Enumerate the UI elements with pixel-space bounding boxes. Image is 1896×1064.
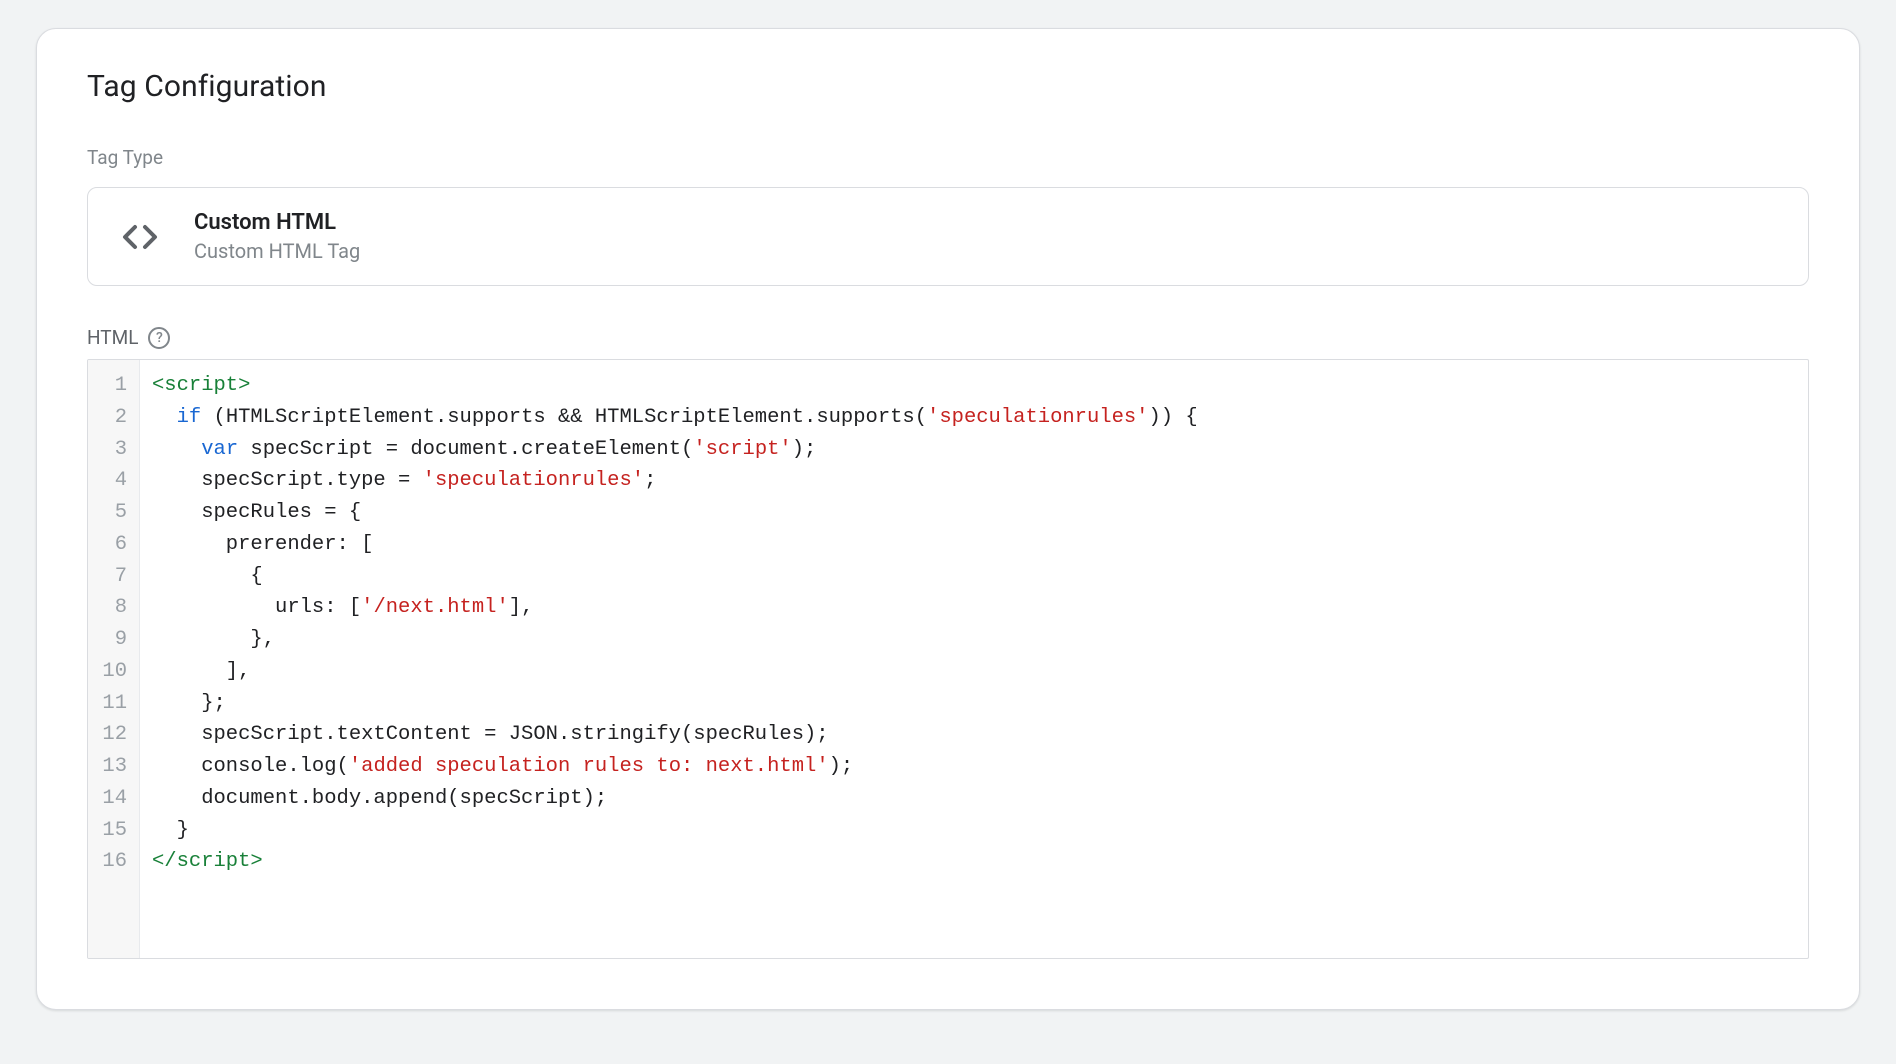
line-number: 6	[96, 529, 131, 561]
line-number: 4	[96, 465, 131, 497]
line-number: 9	[96, 624, 131, 656]
code-line: },	[152, 624, 1796, 656]
help-icon[interactable]: ?	[148, 327, 170, 349]
line-number: 12	[96, 719, 131, 751]
code-line: var specScript = document.createElement(…	[152, 434, 1796, 466]
line-number: 15	[96, 815, 131, 847]
code-line: }	[152, 815, 1796, 847]
code-line: document.body.append(specScript);	[152, 783, 1796, 815]
code-line: ],	[152, 656, 1796, 688]
html-field-header: HTML ?	[87, 326, 1809, 349]
code-line: <script>	[152, 370, 1796, 402]
line-number: 1	[96, 370, 131, 402]
tag-configuration-card: Tag Configuration Tag Type Custom HTML C…	[36, 28, 1860, 1010]
html-label: HTML	[87, 326, 138, 349]
code-line: specScript.textContent = JSON.stringify(…	[152, 719, 1796, 751]
tag-type-label: Tag Type	[87, 146, 1809, 169]
code-line: {	[152, 561, 1796, 593]
code-line: specScript.type = 'speculationrules';	[152, 465, 1796, 497]
tag-type-texts: Custom HTML Custom HTML Tag	[194, 210, 360, 263]
line-number: 3	[96, 434, 131, 466]
line-number: 7	[96, 561, 131, 593]
line-number: 13	[96, 751, 131, 783]
tag-type-selector[interactable]: Custom HTML Custom HTML Tag	[87, 187, 1809, 286]
code-line: prerender: [	[152, 529, 1796, 561]
line-number: 10	[96, 656, 131, 688]
code-brackets-icon	[116, 213, 164, 261]
code-line: };	[152, 688, 1796, 720]
line-number: 8	[96, 592, 131, 624]
code-line: urls: ['/next.html'],	[152, 592, 1796, 624]
code-line: </script>	[152, 846, 1796, 878]
html-code-editor[interactable]: 12345678910111213141516 <script> if (HTM…	[87, 359, 1809, 959]
panel-title: Tag Configuration	[87, 69, 1809, 104]
line-number: 2	[96, 402, 131, 434]
code-content[interactable]: <script> if (HTMLScriptElement.supports …	[140, 360, 1808, 958]
line-number: 11	[96, 688, 131, 720]
line-number: 14	[96, 783, 131, 815]
code-line: if (HTMLScriptElement.supports && HTMLSc…	[152, 402, 1796, 434]
code-line: console.log('added speculation rules to:…	[152, 751, 1796, 783]
code-line: specRules = {	[152, 497, 1796, 529]
tag-type-subtitle: Custom HTML Tag	[194, 239, 360, 263]
line-number: 5	[96, 497, 131, 529]
line-number: 16	[96, 846, 131, 878]
line-number-gutter: 12345678910111213141516	[88, 360, 140, 958]
tag-type-title: Custom HTML	[194, 210, 360, 235]
